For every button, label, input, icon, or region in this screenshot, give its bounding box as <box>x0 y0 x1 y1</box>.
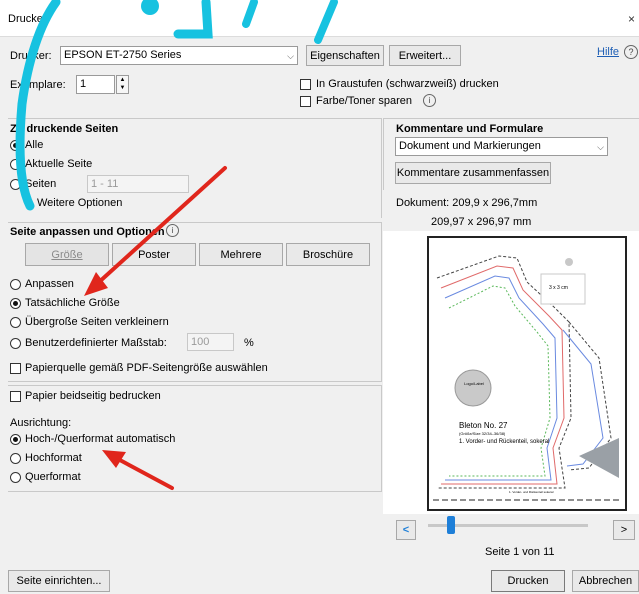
red-arrow-actual-size <box>84 166 227 296</box>
annotation-overlay <box>15 0 338 490</box>
cyan-scribble <box>15 0 338 211</box>
red-arrow-orientation <box>102 450 174 490</box>
